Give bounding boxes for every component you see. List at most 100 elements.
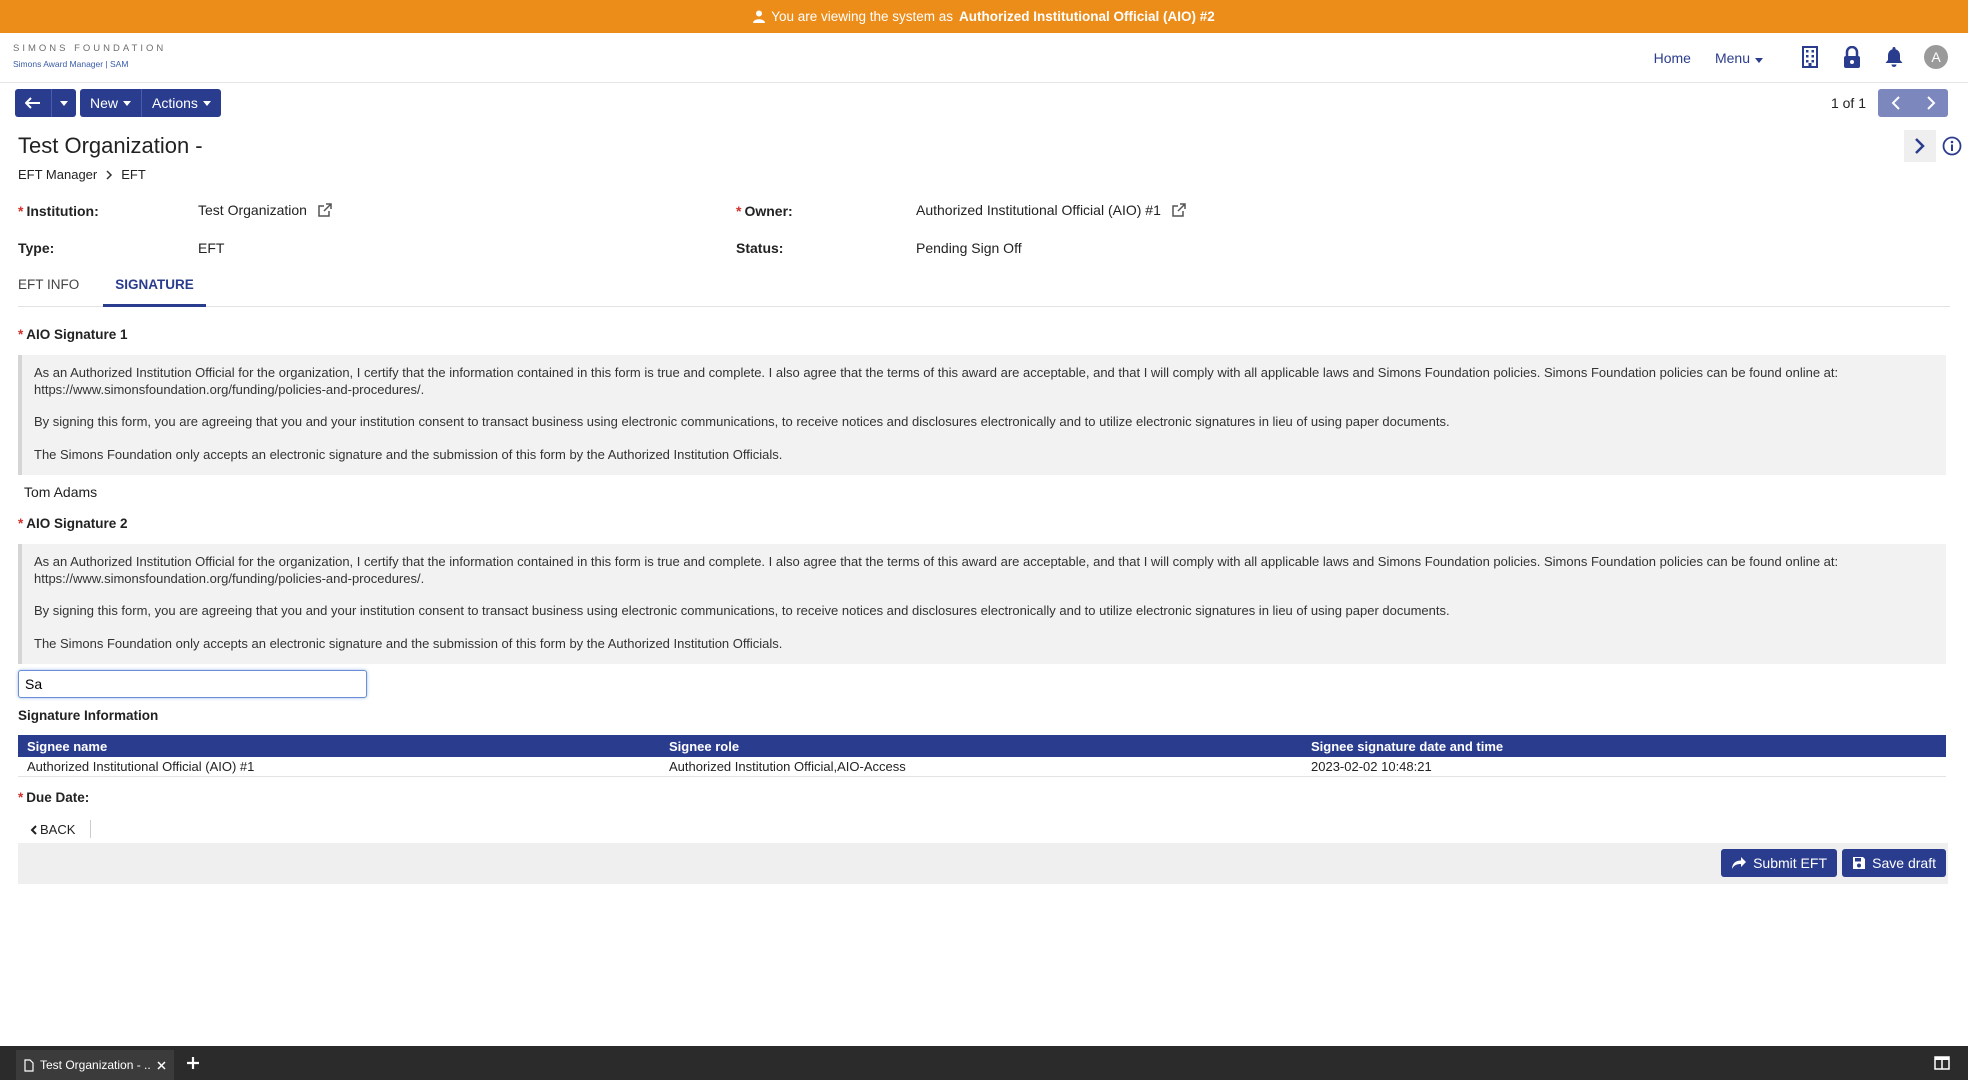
institution-value: Test Organization [198, 202, 333, 218]
building-icon[interactable] [1798, 43, 1822, 71]
impersonation-banner: You are viewing the system as Authorized… [0, 0, 1968, 33]
chevron-down-icon [1755, 58, 1763, 63]
aio-signature-1-label-text: AIO Signature 1 [26, 327, 128, 342]
type-label: Type: [18, 240, 55, 256]
toolbar: New Actions [15, 89, 221, 117]
back-label: BACK [40, 822, 76, 837]
column-header-signature-date: Signee signature date and time [1302, 735, 1946, 757]
previous-record-button[interactable] [1878, 89, 1913, 117]
table-header-row: Signee name Signee role Signee signature… [18, 735, 1946, 757]
breadcrumb: EFT Manager EFT [18, 167, 146, 182]
submit-eft-button[interactable]: Submit EFT [1721, 849, 1837, 877]
due-date-label-text: Due Date: [26, 790, 90, 805]
owner-label-text: Owner: [744, 203, 793, 219]
chevron-left-icon [30, 824, 37, 835]
split-view-icon[interactable] [1934, 1056, 1950, 1073]
required-marker: * [18, 327, 24, 342]
plus-icon [187, 1057, 199, 1069]
aio-signature-2-certification: As an Authorized Institution Official fo… [18, 544, 1946, 664]
back-link[interactable]: BACK [30, 822, 75, 837]
certification-paragraph: As an Authorized Institution Official fo… [34, 365, 1839, 397]
side-controls [1904, 130, 1968, 162]
browser-tab-title: Test Organization - ... [40, 1058, 151, 1072]
avatar[interactable]: A [1924, 45, 1948, 69]
bell-icon[interactable] [1882, 43, 1906, 71]
info-button[interactable] [1936, 130, 1968, 162]
floppy-disk-icon [1853, 857, 1866, 869]
chevron-right-icon [1926, 96, 1935, 110]
aio-signature-1-label: * AIO Signature 1 [18, 327, 128, 342]
table-row: Authorized Institutional Official (AIO) … [18, 757, 1946, 777]
chevron-right-icon [106, 169, 113, 180]
save-draft-button[interactable]: Save draft [1842, 849, 1946, 877]
record-tabs: EFT INFO SIGNATURE [18, 277, 1950, 307]
breadcrumb-item-eft-manager[interactable]: EFT Manager [18, 167, 97, 182]
lock-icon[interactable] [1840, 43, 1864, 71]
next-record-button[interactable] [1913, 89, 1948, 117]
nav-menu-label: Menu [1714, 50, 1750, 66]
institution-label-text: Institution: [26, 203, 99, 219]
external-link-icon[interactable] [317, 202, 333, 218]
new-tab-button[interactable] [186, 1052, 200, 1074]
table-cell: Authorized Institutional Official (AIO) … [18, 757, 660, 777]
signature-info-heading: Signature Information [18, 708, 159, 723]
expand-panel-button[interactable] [1904, 130, 1936, 162]
certification-paragraph: By signing this form, you are agreeing t… [34, 603, 1450, 618]
tab-signature[interactable]: SIGNATURE [103, 277, 206, 307]
signature-info-table: Signee name Signee role Signee signature… [18, 735, 1946, 777]
aio-signature-2-input[interactable] [18, 670, 367, 698]
new-dropdown-button[interactable]: New [80, 89, 141, 117]
aio-signature-1-certification: As an Authorized Institution Official fo… [18, 355, 1946, 475]
nav-menu-dropdown[interactable]: Menu [1715, 50, 1763, 66]
chevron-down-icon [60, 100, 68, 106]
new-label: New [90, 95, 119, 111]
form-action-bar: Submit EFT Save draft [18, 843, 1948, 884]
breadcrumb-item-eft[interactable]: EFT [121, 167, 146, 182]
institution-label: * Institution: [18, 203, 99, 219]
browser-taskbar: Test Organization - ... [0, 1046, 1968, 1080]
pager-count: 1 of 1 [1830, 95, 1866, 111]
certification-paragraph: By signing this form, you are agreeing t… [34, 414, 1450, 429]
logo-main-text: SIMONS FOUNDATION [13, 43, 167, 54]
nav-home-link[interactable]: Home [1654, 50, 1691, 66]
table-cell: 2023-02-02 10:48:21 [1302, 757, 1946, 777]
back-arrow-button[interactable] [15, 89, 51, 117]
chevron-right-icon [1915, 138, 1925, 154]
institution-value-text: Test Organization [198, 202, 307, 218]
type-value: EFT [198, 240, 225, 256]
actions-dropdown-button[interactable]: Actions [141, 89, 221, 117]
actions-label: Actions [152, 95, 198, 111]
required-marker: * [18, 203, 24, 219]
back-button-group [15, 89, 76, 117]
owner-value-text: Authorized Institutional Official (AIO) … [916, 202, 1161, 218]
required-marker: * [18, 790, 24, 805]
banner-role: Authorized Institutional Official (AIO) … [959, 9, 1215, 24]
status-label: Status: [736, 240, 784, 256]
column-header-signee-role: Signee role [660, 735, 1302, 757]
share-arrow-icon [1732, 857, 1747, 869]
top-navigation: SIMONS FOUNDATION Simons Award Manager |… [0, 33, 1968, 83]
page-title: Test Organization - [18, 133, 203, 158]
info-icon [1942, 136, 1962, 156]
owner-value: Authorized Institutional Official (AIO) … [916, 202, 1187, 218]
required-marker: * [18, 516, 24, 531]
document-icon [24, 1058, 34, 1072]
close-icon[interactable] [157, 1060, 166, 1070]
external-link-icon[interactable] [1171, 202, 1187, 218]
divider [90, 820, 91, 838]
aio-signature-2-label-text: AIO Signature 2 [26, 516, 128, 531]
browser-tab[interactable]: Test Organization - ... [16, 1050, 174, 1080]
user-icon [753, 10, 766, 23]
certification-paragraph: The Simons Foundation only accepts an el… [34, 446, 783, 462]
banner-prefix: You are viewing the system as [771, 9, 954, 24]
nav-icons: A [1798, 43, 1948, 71]
arrow-left-icon [25, 97, 40, 109]
chevron-down-icon [123, 100, 132, 106]
due-date-label: * Due Date: [18, 790, 89, 805]
chevron-down-icon [202, 100, 211, 106]
tab-eft-info[interactable]: EFT INFO [18, 277, 91, 307]
pager-buttons [1878, 89, 1948, 117]
certification-paragraph: As an Authorized Institution Official fo… [34, 554, 1839, 586]
history-dropdown-button[interactable] [51, 89, 76, 117]
logo[interactable]: SIMONS FOUNDATION Simons Award Manager |… [13, 43, 166, 69]
